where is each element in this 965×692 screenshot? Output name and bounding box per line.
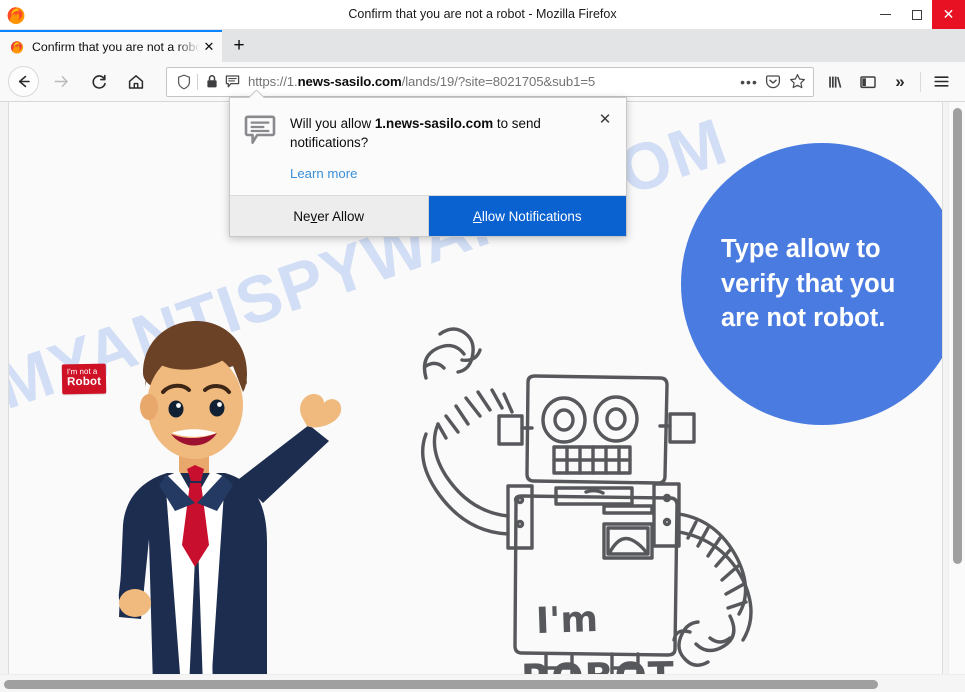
tab-bar: Confirm that you are not a robot ✕ +: [0, 29, 965, 62]
new-tab-button[interactable]: +: [222, 30, 256, 62]
never-allow-button[interactable]: Never Allow: [230, 196, 429, 237]
browser-tab[interactable]: Confirm that you are not a robot ✕: [0, 30, 222, 62]
hamburger-menu-icon: [933, 76, 949, 87]
popup-texts: Will you allow 1.news-sasilo.com to send…: [290, 114, 612, 183]
horizontal-scrollbar[interactable]: [0, 674, 965, 692]
app-menu-button[interactable]: [925, 66, 957, 98]
navigation-toolbar: https://1.news-sasilo.com/lands/19/?site…: [0, 62, 965, 102]
notification-permission-popup: Will you allow 1.news-sasilo.com to send…: [229, 97, 627, 238]
maximize-icon: [911, 9, 922, 20]
back-arrow-icon: [18, 75, 30, 88]
robot-text-line-1: I'm: [535, 598, 599, 643]
vertical-scrollbar-thumb[interactable]: [953, 108, 962, 564]
popup-arrow: [249, 90, 264, 98]
allow-notifications-button[interactable]: Allow Notifications: [428, 196, 626, 237]
tab-favicon-icon: [9, 39, 25, 55]
reload-icon: [91, 74, 106, 89]
url-domain: news-sasilo.com: [297, 74, 402, 89]
vertical-scrollbar[interactable]: [948, 102, 965, 674]
forward-button[interactable]: [44, 65, 77, 98]
url-scheme: https://1.: [248, 74, 298, 89]
back-button[interactable]: [8, 66, 39, 97]
page-actions-icon[interactable]: •••: [737, 72, 761, 92]
notification-permission-icon[interactable]: [222, 72, 243, 92]
window-controls: ✕: [870, 0, 965, 29]
bookmark-star-icon[interactable]: [785, 72, 809, 92]
popup-actions: Never Allow Allow Notifications: [230, 195, 626, 237]
urlbar-actions: •••: [737, 72, 809, 92]
never-allow-label: Never Allow: [293, 208, 365, 224]
sidebar-button[interactable]: [852, 66, 884, 98]
businessman-illustration: [118, 321, 342, 674]
lock-icon[interactable]: [201, 72, 222, 92]
speech-bubble-icon: [244, 114, 276, 183]
tab-title: Confirm that you are not a robot: [32, 40, 200, 54]
pocket-icon[interactable]: [761, 72, 785, 92]
sidebar-icon: [860, 75, 876, 88]
urlbar-divider: [197, 73, 198, 90]
tab-close-icon[interactable]: ✕: [200, 38, 218, 56]
allow-notifications-label: Allow Notifications: [472, 208, 582, 224]
tracking-protection-shield-icon[interactable]: [173, 72, 194, 92]
question-domain: 1.news-sasilo.com: [374, 116, 494, 131]
close-window-button[interactable]: ✕: [932, 0, 965, 29]
horizontal-scrollbar-thumb[interactable]: [4, 680, 878, 689]
url-path: /lands/19/?site=8021705&sub1=5: [401, 74, 596, 89]
overflow-menu-button[interactable]: »: [884, 66, 916, 98]
learn-more-link[interactable]: Learn more: [290, 166, 357, 181]
firefox-logo-icon: [5, 4, 27, 26]
url-text[interactable]: https://1.news-sasilo.com/lands/19/?site…: [248, 74, 737, 89]
firefox-window: Confirm that you are not a robot - Mozil…: [0, 0, 965, 692]
popup-question: Will you allow 1.news-sasilo.com to send…: [290, 114, 580, 152]
popup-close-button[interactable]: ✕: [596, 110, 614, 128]
minimize-button[interactable]: [870, 0, 901, 29]
window-title: Confirm that you are not a robot - Mozil…: [348, 7, 617, 21]
forward-arrow-icon: [54, 76, 68, 87]
home-icon: [128, 74, 143, 89]
popup-body: Will you allow 1.news-sasilo.com to send…: [230, 98, 626, 195]
title-bar: Confirm that you are not a robot - Mozil…: [0, 0, 965, 29]
toolbar-divider: [920, 71, 921, 92]
home-button[interactable]: [119, 65, 152, 98]
library-button[interactable]: [820, 66, 852, 98]
library-icon: [829, 76, 842, 88]
maximize-button[interactable]: [901, 0, 932, 29]
badge-line-2: Robot: [66, 376, 102, 389]
not-a-robot-badge: I'm not a Robot: [61, 363, 107, 395]
robot-text-line-2: ROBOT: [521, 654, 676, 674]
minimize-icon: [880, 14, 891, 15]
reload-button[interactable]: [82, 65, 115, 98]
question-prefix: Will you allow: [290, 116, 375, 131]
